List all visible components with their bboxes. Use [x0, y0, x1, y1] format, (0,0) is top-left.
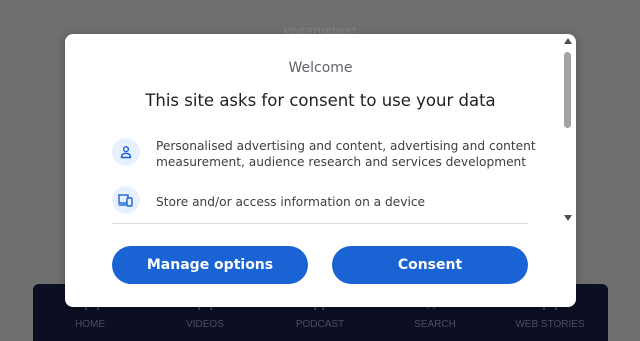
scroll-up-icon[interactable]	[564, 38, 572, 44]
person-icon	[112, 138, 140, 166]
scrollbar[interactable]	[563, 38, 573, 221]
nav-item-home[interactable]: HOME	[35, 319, 145, 330]
purpose-text: Personalised advertising and content, ad…	[156, 139, 536, 169]
nav-item-videos[interactable]: VIDEOS	[150, 319, 260, 330]
manage-options-button[interactable]: Manage options	[112, 246, 308, 284]
dialog-headline: This site asks for consent to use your d…	[145, 91, 496, 110]
dialog-welcome: Welcome	[288, 60, 353, 76]
consent-button[interactable]: Consent	[332, 246, 528, 284]
scrollbar-thumb[interactable]	[564, 52, 571, 128]
consent-dialog: Welcome This site asks for consent to us…	[65, 34, 576, 307]
purpose-text: Store and/or access information on a dev…	[156, 195, 426, 209]
devices-icon	[112, 186, 140, 214]
nav-item-podcast[interactable]: PODCAST	[265, 319, 375, 330]
scroll-down-icon[interactable]	[564, 215, 572, 221]
divider	[112, 223, 528, 224]
nav-item-search[interactable]: SEARCH	[380, 319, 490, 330]
nav-item-web-stories[interactable]: WEB STORIES	[495, 319, 605, 330]
